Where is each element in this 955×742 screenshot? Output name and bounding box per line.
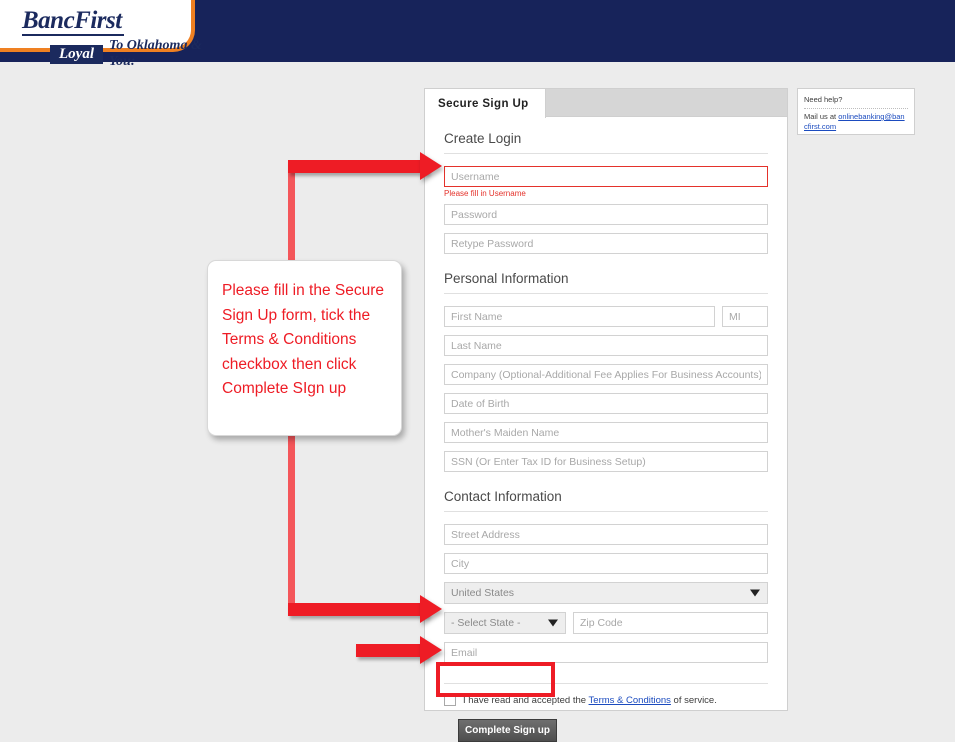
name-row	[444, 306, 768, 335]
retype-password-input[interactable]	[444, 233, 768, 254]
help-body: Mail us at onlinebanking@bancfirst.com	[804, 112, 908, 132]
terms-row: I have read and accepted the Terms & Con…	[444, 683, 768, 706]
country-select-value: United States	[451, 587, 514, 599]
secure-signup-panel: Secure Sign Up Create Login Please fill …	[424, 88, 788, 711]
logo-tagline-row: Loyal To Oklahoma & You:	[22, 38, 202, 70]
state-zip-row: - Select State -	[444, 612, 768, 642]
help-body-prefix: Mail us at	[804, 112, 838, 121]
ssn-input[interactable]	[444, 451, 768, 472]
terms-text-after: of service.	[671, 695, 717, 706]
username-input[interactable]	[444, 166, 768, 187]
need-help-box: Need help? Mail us at onlinebanking@banc…	[797, 88, 915, 135]
street-address-input[interactable]	[444, 524, 768, 545]
terms-label: I have read and accepted the Terms & Con…	[463, 695, 717, 706]
annotation-arrow-checkbox-shaft	[356, 644, 428, 657]
country-select[interactable]: United States	[444, 582, 768, 604]
site-header: BancFirst Loyal To Oklahoma & You:	[0, 0, 955, 62]
bancfirst-logo[interactable]: BancFirst Loyal To Oklahoma & You:	[22, 8, 202, 56]
complete-sign-up-button[interactable]: Complete Sign up	[458, 719, 557, 742]
company-input[interactable]	[444, 364, 768, 385]
annotation-arrow-username-shaft	[288, 160, 428, 173]
zip-code-input[interactable]	[573, 612, 768, 634]
terms-and-conditions-link[interactable]: Terms & Conditions	[589, 695, 671, 706]
chevron-down-icon	[548, 620, 558, 627]
logo-tagline: To Oklahoma & You:	[109, 38, 202, 70]
last-name-input[interactable]	[444, 335, 768, 356]
instruction-callout: Please fill in the Secure Sign Up form, …	[207, 260, 402, 436]
mothers-maiden-name-input[interactable]	[444, 422, 768, 443]
email-input[interactable]	[444, 642, 768, 663]
password-input[interactable]	[444, 204, 768, 225]
section-create-login: Create Login	[444, 131, 768, 154]
middle-initial-input[interactable]	[722, 306, 768, 327]
state-select-value: - Select State -	[451, 617, 520, 629]
terms-text-before: I have read and accepted the	[463, 695, 589, 706]
tab-secure-sign-up[interactable]: Secure Sign Up	[425, 89, 546, 118]
annotation-arrow-email-shaft	[288, 603, 428, 616]
signup-form: Create Login Please fill in Username Per…	[425, 117, 787, 742]
city-input[interactable]	[444, 553, 768, 574]
logo-loyal-badge: Loyal	[50, 45, 103, 64]
help-divider	[804, 108, 908, 109]
username-error-message: Please fill in Username	[444, 188, 768, 199]
need-help-title: Need help?	[804, 94, 908, 105]
section-contact-information: Contact Information	[444, 489, 768, 512]
tab-strip: Secure Sign Up	[425, 89, 787, 117]
first-name-input[interactable]	[444, 306, 715, 327]
section-personal-information: Personal Information	[444, 271, 768, 294]
logo-wordmark: BancFirst	[22, 8, 124, 36]
state-select[interactable]: - Select State -	[444, 612, 566, 634]
date-of-birth-input[interactable]	[444, 393, 768, 414]
terms-checkbox[interactable]	[444, 694, 456, 706]
chevron-down-icon	[750, 590, 760, 597]
